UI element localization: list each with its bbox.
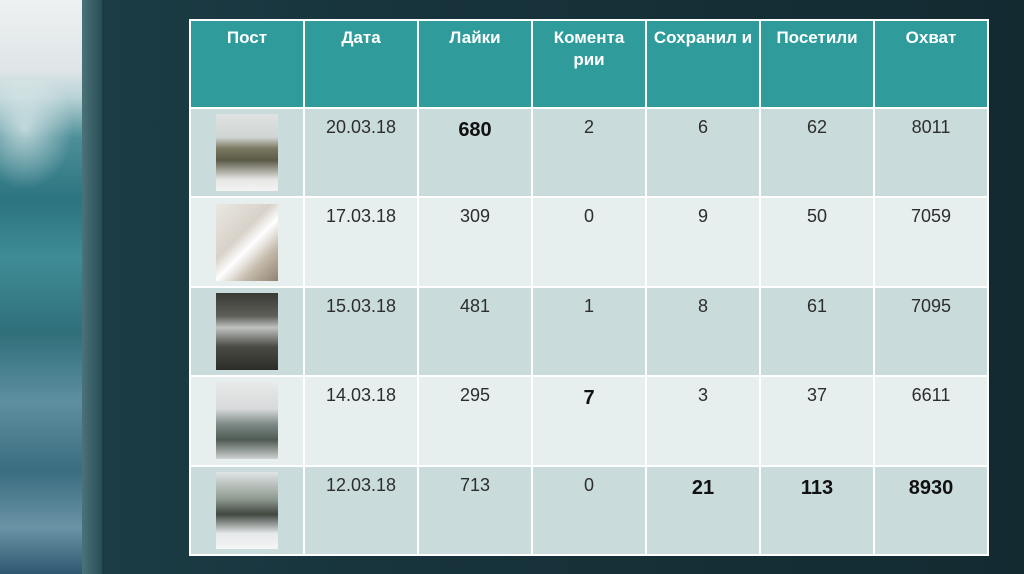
stats-table: Пост Дата Лайки Комента рии Сохранил и П…	[189, 19, 989, 557]
table-header-row: Пост Дата Лайки Комента рии Сохранил и П…	[189, 19, 989, 109]
likes-cell: 713	[417, 464, 533, 557]
table-row: 17.03.18 309 0 9 50 7059	[189, 196, 989, 288]
likes-cell: 309	[417, 196, 533, 288]
post-thumb-cell	[189, 375, 305, 467]
reach-cell: 8930	[873, 464, 989, 557]
forest-photo	[216, 114, 278, 192]
comments-cell: 7	[531, 375, 647, 467]
saved-cell: 8	[645, 285, 761, 378]
header-comments: Комента рии	[531, 19, 647, 109]
glass-door-photo	[216, 292, 278, 370]
date-cell: 12.03.18	[303, 464, 419, 557]
header-likes: Лайки	[417, 19, 533, 109]
table-row: 12.03.18 713 0 21 113 8930	[189, 464, 989, 557]
visited-cell: 50	[759, 196, 875, 288]
table-row: 14.03.18 295 7 3 37 6611	[189, 375, 989, 467]
header-reach: Охват	[873, 19, 989, 109]
reach-cell: 8011	[873, 106, 989, 199]
header-saved: Сохранил и	[645, 19, 761, 109]
comments-cell: 2	[531, 106, 647, 199]
likes-cell: 295	[417, 375, 533, 467]
reach-cell: 6611	[873, 375, 989, 467]
saved-cell: 3	[645, 375, 761, 467]
reach-cell: 7059	[873, 196, 989, 288]
comments-cell: 0	[531, 464, 647, 557]
wave-photo-decoration	[0, 0, 82, 574]
saved-cell: 9	[645, 196, 761, 288]
header-date: Дата	[303, 19, 419, 109]
building-person-photo	[216, 382, 278, 460]
header-visited: Посетили	[759, 19, 875, 109]
post-thumb-cell	[189, 106, 305, 199]
visited-cell: 62	[759, 106, 875, 199]
visited-cell: 113	[759, 464, 875, 557]
date-cell: 17.03.18	[303, 196, 419, 288]
reach-cell: 7095	[873, 285, 989, 378]
saved-cell: 21	[645, 464, 761, 557]
post-thumb-cell	[189, 464, 305, 557]
table-row: 15.03.18 481 1 8 61 7095	[189, 285, 989, 378]
likes-cell: 680	[417, 106, 533, 199]
stats-table-container: Пост Дата Лайки Комента рии Сохранил и П…	[189, 19, 989, 557]
header-post: Пост	[189, 19, 305, 109]
spa-people-photo	[216, 203, 278, 281]
slide-edge-bar	[82, 0, 102, 574]
saved-cell: 6	[645, 106, 761, 199]
post-thumb-cell	[189, 285, 305, 378]
visited-cell: 37	[759, 375, 875, 467]
comments-cell: 1	[531, 285, 647, 378]
table-row: 20.03.18 680 2 6 62 8011	[189, 106, 989, 199]
date-cell: 14.03.18	[303, 375, 419, 467]
comments-cell: 0	[531, 196, 647, 288]
date-cell: 15.03.18	[303, 285, 419, 378]
winter-building-photo	[216, 471, 278, 549]
visited-cell: 61	[759, 285, 875, 378]
date-cell: 20.03.18	[303, 106, 419, 199]
post-thumb-cell	[189, 196, 305, 288]
likes-cell: 481	[417, 285, 533, 378]
